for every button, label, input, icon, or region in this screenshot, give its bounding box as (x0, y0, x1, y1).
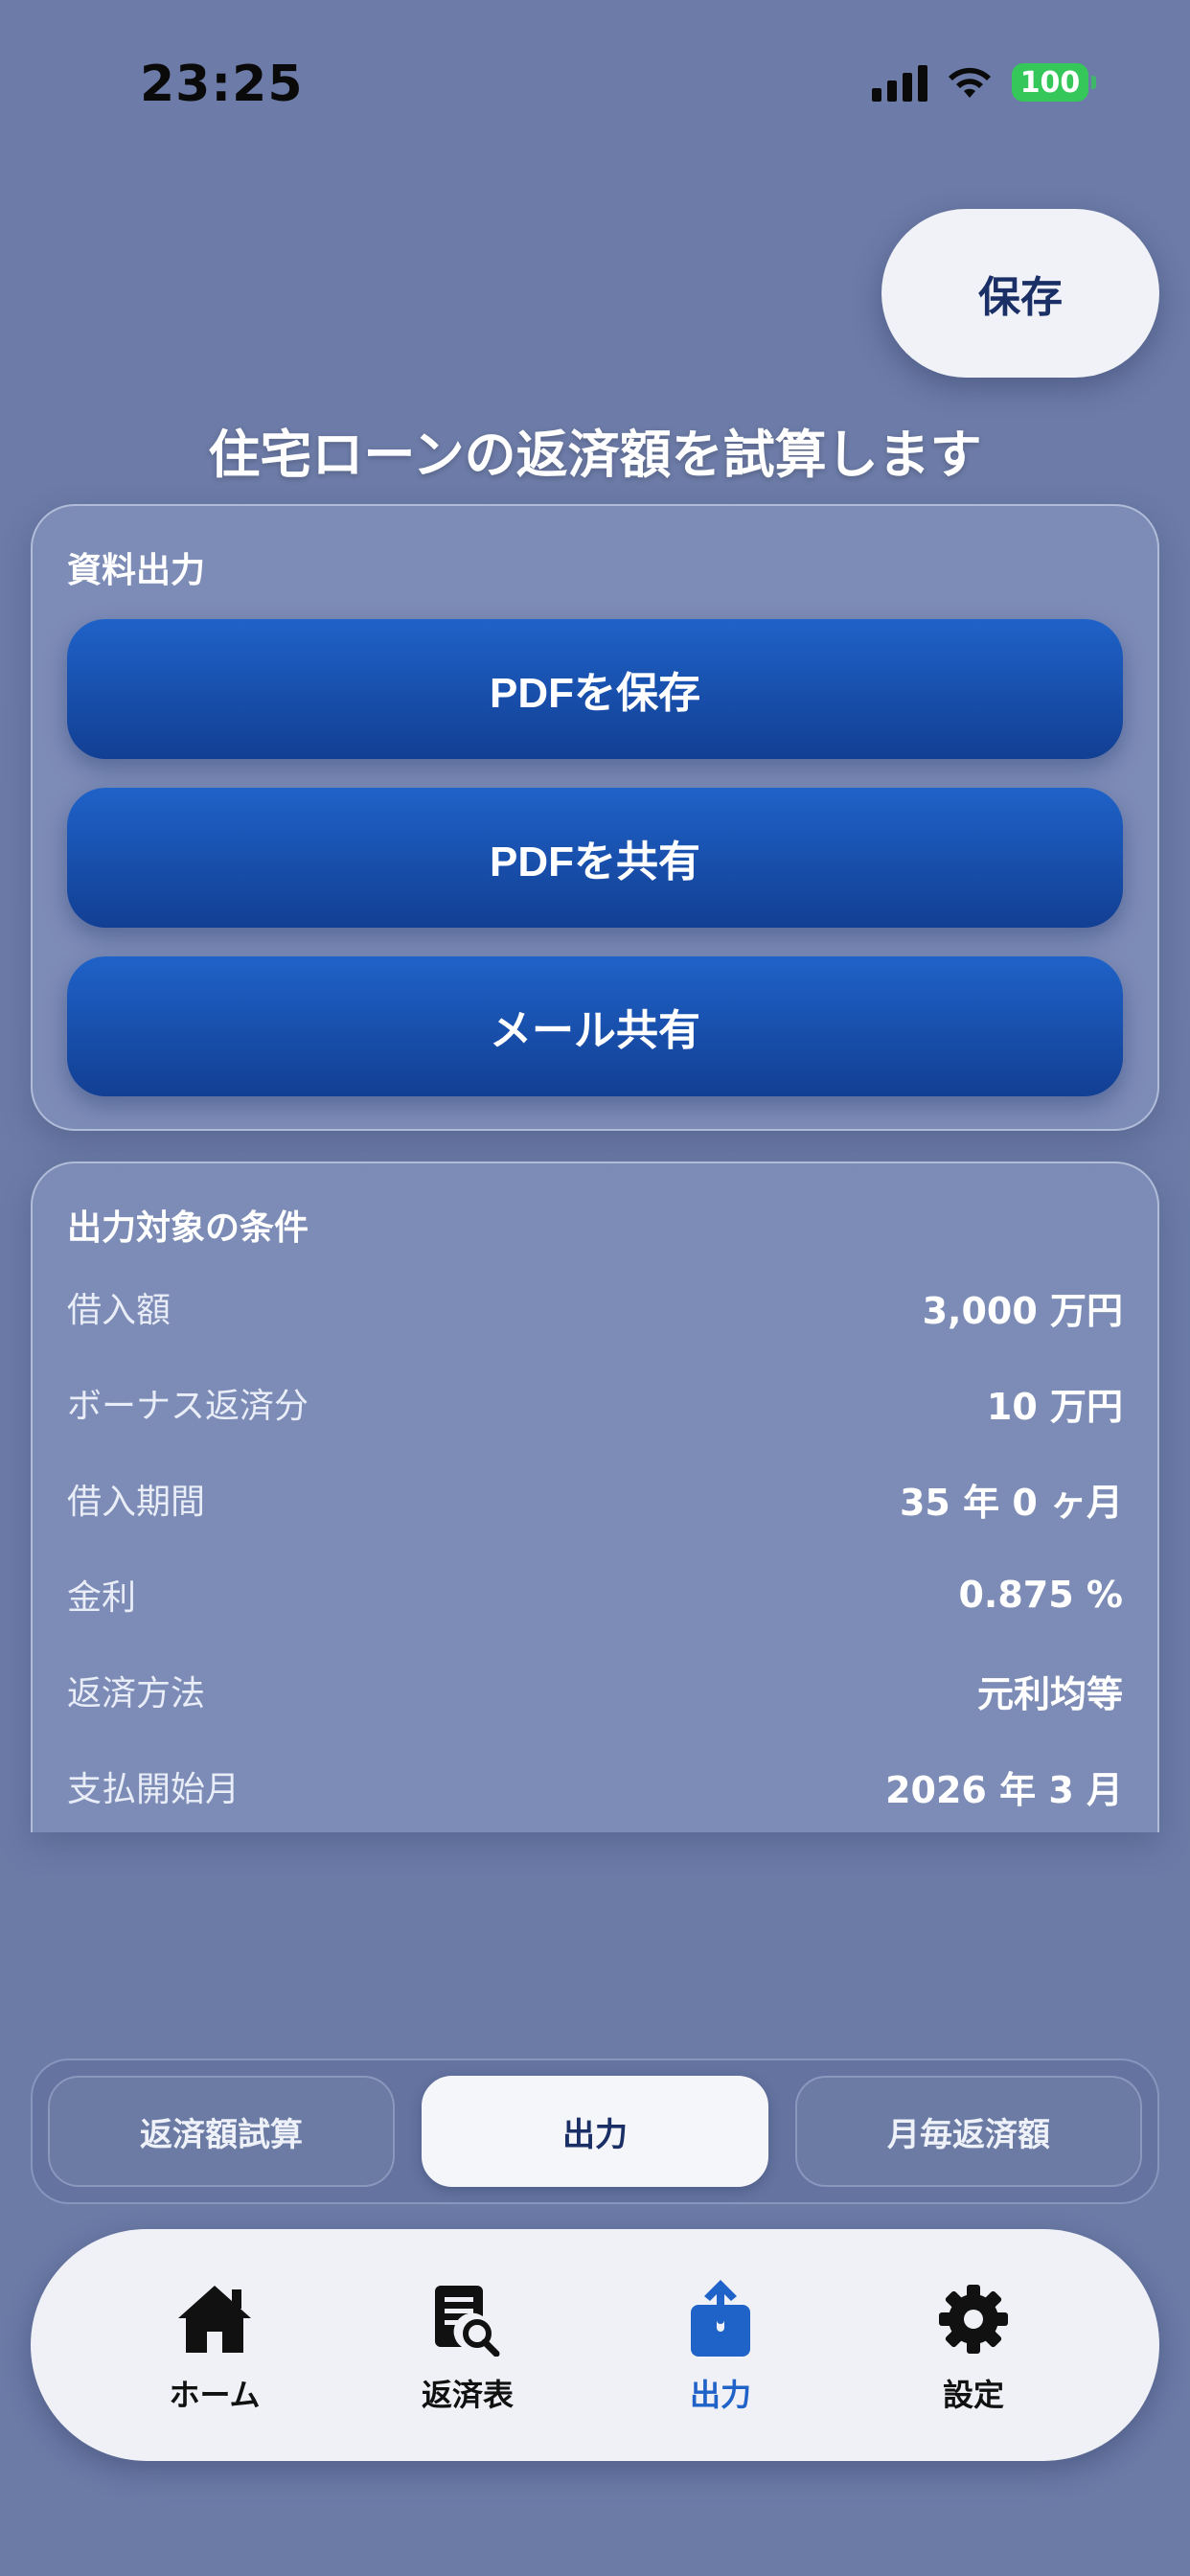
condition-label: 借入期間 (67, 1483, 206, 1522)
condition-row-bonus: ボーナス返済分 10 万円 (67, 1374, 1123, 1432)
mode-segmented-control: 返済額試算 出力 月毎返済額 (31, 2058, 1159, 2204)
save-pdf-button[interactable]: PDFを保存 (67, 619, 1123, 759)
tab-settings[interactable]: 設定 (878, 2279, 1069, 2415)
conditions-card: 出力対象の条件 借入額 3,000 万円 ボーナス返済分 10 万円 借入期間 … (31, 1162, 1159, 1832)
condition-row-loan-amount: 借入額 3,000 万円 (67, 1278, 1123, 1336)
wifi-icon (949, 67, 991, 98)
screen: 23:25 100 保存 住宅ローンの返済額を試算します 資料出力 PDFを保存… (0, 0, 1190, 2576)
gear-icon (933, 2279, 1014, 2359)
segment-output[interactable]: 出力 (422, 2076, 768, 2187)
cellular-signal-icon (872, 63, 927, 102)
battery-icon: 100 (1012, 63, 1096, 102)
share-pdf-button[interactable]: PDFを共有 (67, 788, 1123, 928)
condition-row-interest-rate: 金利 0.875 % (67, 1566, 1123, 1623)
save-button[interactable]: 保存 (881, 209, 1159, 378)
tab-label: 設定 (942, 2377, 1004, 2413)
condition-label: 借入額 (67, 1291, 172, 1330)
condition-label: 金利 (67, 1578, 137, 1618)
house-icon (174, 2279, 255, 2359)
export-card: 資料出力 PDFを保存 PDFを共有 メール共有 (31, 504, 1159, 1131)
tab-bar: ホーム 返済表 出力 設定 (31, 2229, 1159, 2461)
tab-label: 返済表 (421, 2377, 514, 2413)
condition-row-term: 借入期間 35 年 0 ヶ月 (67, 1470, 1123, 1528)
condition-value: 35 年 0 ヶ月 (899, 1481, 1123, 1524)
status-time: 23:25 (140, 56, 304, 113)
conditions-card-title: 出力対象の条件 (67, 1208, 309, 1248)
condition-value: 10 万円 (986, 1385, 1123, 1428)
document-search-icon (427, 2279, 508, 2359)
segment-monthly-repayment[interactable]: 月毎返済額 (795, 2076, 1142, 2187)
tab-repayment-table[interactable]: 返済表 (372, 2279, 563, 2415)
export-card-title: 資料出力 (67, 551, 206, 590)
condition-value: 2026 年 3 月 (885, 1768, 1123, 1811)
condition-label: 返済方法 (67, 1674, 206, 1714)
condition-row-start-month: 支払開始月 2026 年 3 月 (67, 1758, 1123, 1815)
condition-value: 3,000 万円 (922, 1289, 1123, 1332)
tab-label: ホーム (169, 2377, 261, 2413)
tab-label: 出力 (689, 2377, 751, 2413)
tab-output[interactable]: 出力 (625, 2279, 816, 2415)
condition-label: 支払開始月 (67, 1770, 240, 1809)
email-share-button[interactable]: メール共有 (67, 956, 1123, 1096)
condition-label: ボーナス返済分 (67, 1387, 309, 1426)
tab-home[interactable]: ホーム (119, 2279, 310, 2415)
segment-repayment-calc[interactable]: 返済額試算 (48, 2076, 395, 2187)
share-icon (680, 2279, 761, 2359)
condition-row-repayment-method: 返済方法 元利均等 (67, 1662, 1123, 1719)
status-icons: 100 (872, 63, 1096, 102)
page-title: 住宅ローンの返済額を試算します (208, 425, 982, 485)
condition-value: 0.875 % (958, 1574, 1123, 1616)
condition-value: 元利均等 (976, 1672, 1123, 1715)
